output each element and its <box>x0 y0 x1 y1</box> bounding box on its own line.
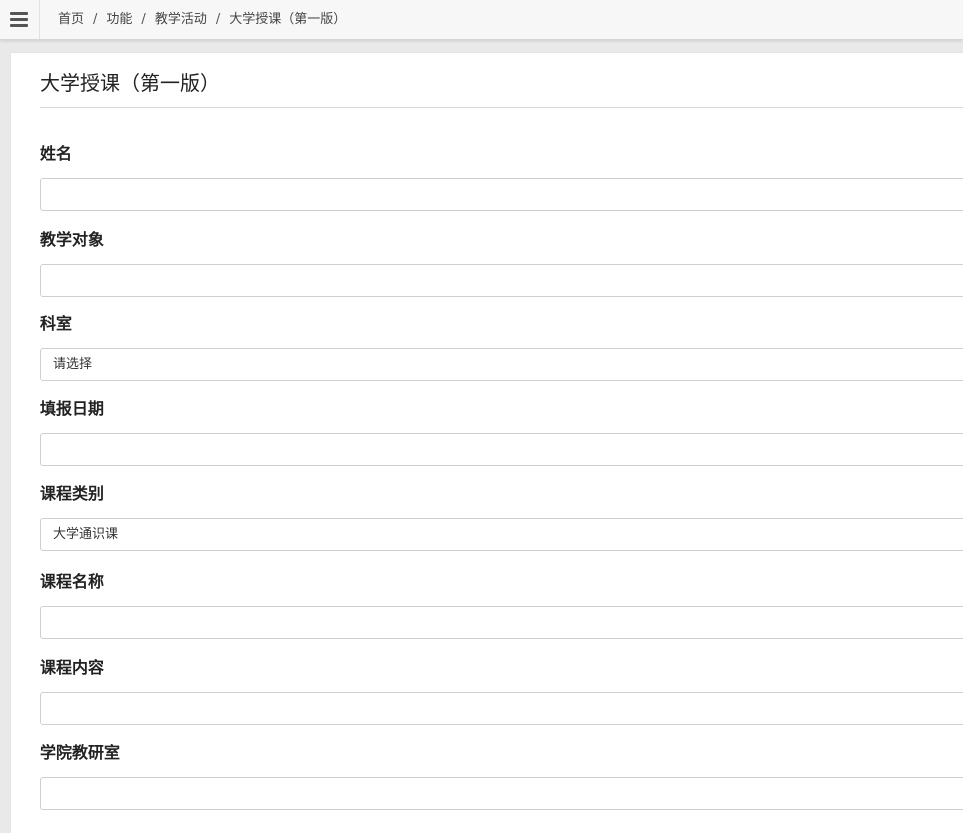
name-label: 姓名 <box>40 144 73 163</box>
breadcrumb-separator: / <box>141 12 146 27</box>
course-category-label: 课程类别 <box>40 484 105 503</box>
course-name-input[interactable] <box>40 606 963 639</box>
breadcrumb-home[interactable]: 首页 <box>58 12 84 27</box>
breadcrumb-functions[interactable]: 功能 <box>106 12 132 27</box>
breadcrumb-separator: / <box>93 12 98 27</box>
teaching-target-input[interactable] <box>40 264 963 297</box>
page-title: 大学授课（第一版） <box>40 71 220 95</box>
teaching-target-label: 教学对象 <box>40 230 105 249</box>
college-department-input[interactable] <box>40 777 963 810</box>
breadcrumb-separator: / <box>215 12 221 27</box>
report-date-input[interactable] <box>40 433 963 466</box>
top-bar: 首页 / 功能 / 教学活动 / 大学授课（第一版） <box>0 0 963 40</box>
course-name-label: 课程名称 <box>40 572 105 591</box>
course-content-label: 课程内容 <box>40 658 105 677</box>
college-department-label: 学院教研室 <box>40 743 121 762</box>
department-select[interactable]: 请选择 <box>40 348 963 381</box>
title-divider <box>40 107 963 108</box>
course-content-input[interactable] <box>40 692 963 725</box>
course-category-select[interactable]: 大学通识课 <box>40 518 963 551</box>
breadcrumb-teaching-activities[interactable]: 教学活动 <box>155 12 207 27</box>
department-label: 科室 <box>40 314 73 333</box>
report-date-label: 填报日期 <box>40 399 105 418</box>
name-input[interactable] <box>40 178 963 211</box>
breadcrumb-current: 大学授课（第一版） <box>229 12 347 27</box>
hamburger-menu-icon[interactable] <box>0 0 40 39</box>
form-panel: 大学授课（第一版） 姓名 教学对象 科室 请选择 填报日期 课程类别 大学通识课… <box>11 53 963 833</box>
breadcrumb: 首页 / 功能 / 教学活动 / 大学授课（第一版） <box>58 0 346 39</box>
